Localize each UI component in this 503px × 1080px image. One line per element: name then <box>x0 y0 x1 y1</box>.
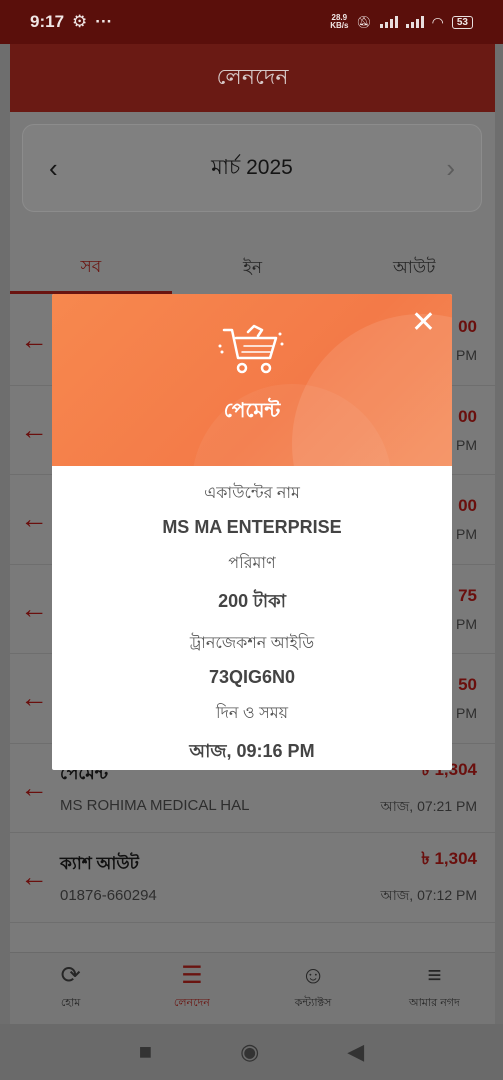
transaction-time: আজ, 07:12 PM <box>380 887 477 904</box>
transaction-time: PM <box>456 436 477 453</box>
system-nav-bar: ■ ◉ ◀ <box>0 1024 503 1080</box>
amount-value: 200 টাকা <box>218 591 286 611</box>
payment-details-dialog: ✕ পেমেন্ট একাউন্টের নাম MS MA ENTERPRISE… <box>52 294 452 770</box>
nav-label: আমার নগদ <box>408 997 460 1009</box>
outgoing-arrow-icon: ← <box>20 861 48 893</box>
transaction-amount: 50 <box>458 675 477 695</box>
transaction-amount: 00 <box>458 406 477 426</box>
nav-label: কন্ট্যাক্টস <box>294 997 332 1009</box>
nav-home[interactable]: ⟳ হোম <box>10 953 131 1024</box>
nav-label: লেনদেন <box>173 997 210 1009</box>
nav-transactions[interactable]: ☰ লেনদেন <box>131 953 252 1024</box>
filter-tabs: সব ইন আউট <box>10 244 495 294</box>
dialog-header: ✕ পেমেন্ট <box>52 294 452 466</box>
network-speed: 28.9 KB/s <box>330 14 348 30</box>
app-bar: লেনদেন <box>10 44 495 112</box>
bottom-nav: ⟳ হোম ☰ লেনদেন ☺ কন্ট্যাক্টস ≡ আমার নগদ <box>10 952 495 1024</box>
nav-my-nagad[interactable]: ≡ আমার নগদ <box>374 953 495 1024</box>
account-name-value: MS MA ENTERPRISE <box>162 517 342 537</box>
datetime-label: দিন ও সময় <box>215 705 289 722</box>
shopping-cart-icon <box>218 324 284 374</box>
transaction-time: PM <box>456 705 477 722</box>
more-notifications-icon: ··· <box>95 12 113 31</box>
nav-contacts[interactable]: ☺ কন্ট্যাক্টস <box>253 953 374 1024</box>
next-month-icon[interactable]: › <box>446 153 455 184</box>
tab-all[interactable]: সব <box>10 244 172 294</box>
recents-icon[interactable]: ■ <box>139 1039 152 1065</box>
datetime-value: আজ, 09:16 PM <box>189 741 315 761</box>
month-label: মার্চ 2025 <box>211 155 293 179</box>
wifi-icon: ◠ <box>431 13 444 30</box>
month-selector: ‹ মার্চ 2025 › <box>22 124 482 212</box>
outgoing-arrow-icon: ← <box>20 771 48 803</box>
close-icon[interactable]: ✕ <box>411 308 436 338</box>
app-notification-icon: ⚙ <box>72 12 88 31</box>
amount-label: পরিমাণ <box>228 555 276 572</box>
contacts-icon: ☺ <box>300 962 326 989</box>
back-icon[interactable]: ◀ <box>347 1039 364 1065</box>
account-name-label: একাউন্টের নাম <box>204 485 300 502</box>
status-bar: 9:17 ⚙ ··· 28.9 KB/s 🔕︎ ◠ 53 <box>0 0 503 44</box>
transaction-amount: ৳ 1,304 <box>421 849 477 869</box>
transaction-amount: 00 <box>458 317 477 337</box>
prev-month-icon[interactable]: ‹ <box>49 153 58 184</box>
transaction-id-value: 73QIG6N0 <box>208 667 296 687</box>
transaction-time: PM <box>456 526 477 543</box>
transaction-time: আজ, 07:21 PM <box>380 797 477 814</box>
transaction-time: PM <box>456 347 477 364</box>
nav-label: হোম <box>60 997 81 1009</box>
page-title: লেনদেন <box>216 63 289 89</box>
list-item[interactable]: ← ক্যাশ আউট 01876-660294 ৳ 1,304 আজ, 07:12… <box>10 833 495 923</box>
transaction-amount: 75 <box>458 585 477 605</box>
menu-icon: ≡ <box>427 962 442 989</box>
transaction-id-label: ট্রানজেকশন আইডি <box>189 635 315 652</box>
transaction-amount: 00 <box>458 496 477 516</box>
home-button-icon[interactable]: ◉ <box>240 1039 259 1065</box>
transaction-sub: MS ROHIMA MEDICAL HAL <box>60 797 250 815</box>
dialog-body: একাউন্টের নাম MS MA ENTERPRISE পরিমাণ 20… <box>52 466 452 768</box>
tab-out[interactable]: আউট <box>333 244 495 294</box>
network-speed-unit: KB/s <box>330 21 349 30</box>
battery-icon: 53 <box>451 15 473 29</box>
signal-icon <box>379 16 398 28</box>
clock: 9:17 <box>30 12 65 31</box>
mute-icon: 🔕︎ <box>356 15 372 29</box>
signal-icon-2 <box>405 16 424 28</box>
home-icon: ⟳ <box>60 962 81 989</box>
transaction-sub: 01876-660294 <box>60 886 157 904</box>
dialog-title: পেমেন্ট <box>223 400 281 422</box>
transaction-title: ক্যাশ আউট <box>60 853 139 873</box>
tab-in[interactable]: ইন <box>172 244 334 294</box>
transactions-icon: ☰ <box>181 962 203 989</box>
transaction-time: PM <box>456 615 477 632</box>
